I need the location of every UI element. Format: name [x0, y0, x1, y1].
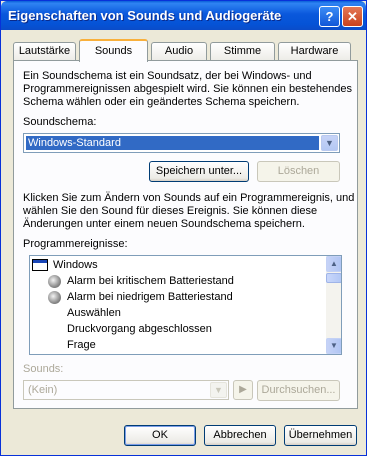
window-icon: [32, 259, 48, 271]
event-label: Auswählen: [67, 307, 121, 319]
chevron-down-icon[interactable]: ▼: [210, 382, 227, 398]
sound-selected-value: (Kein): [28, 384, 58, 396]
list-item[interactable]: Auswählen: [67, 305, 121, 321]
list-item[interactable]: Druckvorgang abgeschlossen: [67, 321, 212, 337]
close-button[interactable]: ✕: [342, 6, 363, 27]
tab-hardware[interactable]: Hardware: [278, 42, 351, 61]
tab-voice[interactable]: Stimme: [210, 42, 275, 61]
instructions-text-line-1: Klicken Sie zum Ändern von Sounds auf ei…: [23, 192, 355, 204]
program-events-list[interactable]: Windows Alarm bei kritischem Batteriesta…: [29, 255, 342, 355]
events-label: Programmereignisse:: [23, 238, 128, 250]
intro-text-line-2: Programmereignissen abgespielt wird. Sie…: [23, 83, 352, 95]
browse-button[interactable]: Durchsuchen...: [257, 380, 340, 401]
intro-text-line-1: Ein Soundschema ist ein Soundsatz, der b…: [23, 70, 312, 82]
scheme-selected-value: Windows-Standard: [26, 136, 319, 150]
cancel-button[interactable]: Abbrechen: [204, 425, 276, 446]
ok-button[interactable]: OK: [124, 425, 196, 446]
tab-sounds[interactable]: Sounds: [79, 39, 148, 62]
event-label: Alarm bei kritischem Batteriestand: [67, 275, 234, 287]
save-as-button[interactable]: Speichern unter...: [149, 161, 249, 182]
chevron-down-icon[interactable]: ▼: [321, 135, 338, 151]
scheme-dropdown[interactable]: Windows-Standard ▼: [23, 133, 340, 153]
title-bar[interactable]: Eigenschaften von Sounds und Audiogeräte…: [1, 1, 366, 30]
sounds-tab-panel: Ein Soundschema ist ein Soundsatz, der b…: [13, 60, 358, 409]
tab-bar: Lautstärke Sounds Audio Stimme Hardware: [13, 39, 357, 62]
tab-volume[interactable]: Lautstärke: [13, 42, 76, 61]
event-label: Windows: [53, 259, 98, 271]
event-label: Frage: [67, 339, 96, 351]
instructions-text-line-3: Änderungen unter einem neuen Soundschema…: [23, 218, 305, 230]
scroll-down-icon[interactable]: ▼: [326, 338, 341, 354]
sounds-properties-dialog: Eigenschaften von Sounds und Audiogeräte…: [0, 0, 367, 456]
scheme-label: Soundschema:: [23, 116, 97, 128]
sounds-label: Sounds:: [23, 363, 64, 375]
delete-button[interactable]: Löschen: [257, 161, 340, 182]
apply-button[interactable]: Übernehmen: [284, 425, 357, 446]
list-item[interactable]: Frage: [67, 337, 96, 353]
events-scrollbar[interactable]: ▲ ▼: [326, 256, 341, 354]
scroll-thumb[interactable]: [326, 273, 341, 283]
scroll-up-icon[interactable]: ▲: [326, 256, 341, 272]
speaker-icon: [48, 291, 61, 304]
event-label: Alarm bei niedrigem Batteriestand: [67, 291, 233, 303]
sound-file-dropdown[interactable]: (Kein) ▼: [23, 380, 229, 400]
speaker-icon: [48, 275, 61, 288]
instructions-text-line-2: wählen Sie den Sound für dieses Ereignis…: [23, 205, 318, 217]
intro-text-line-3: Schema wählen oder ein geändertes Schema…: [23, 96, 300, 108]
help-button[interactable]: ?: [319, 6, 340, 27]
play-icon[interactable]: ▶: [233, 380, 253, 400]
tab-audio[interactable]: Audio: [151, 42, 207, 61]
event-label: Druckvorgang abgeschlossen: [67, 323, 212, 335]
window-title: Eigenschaften von Sounds und Audiogeräte: [8, 8, 282, 23]
